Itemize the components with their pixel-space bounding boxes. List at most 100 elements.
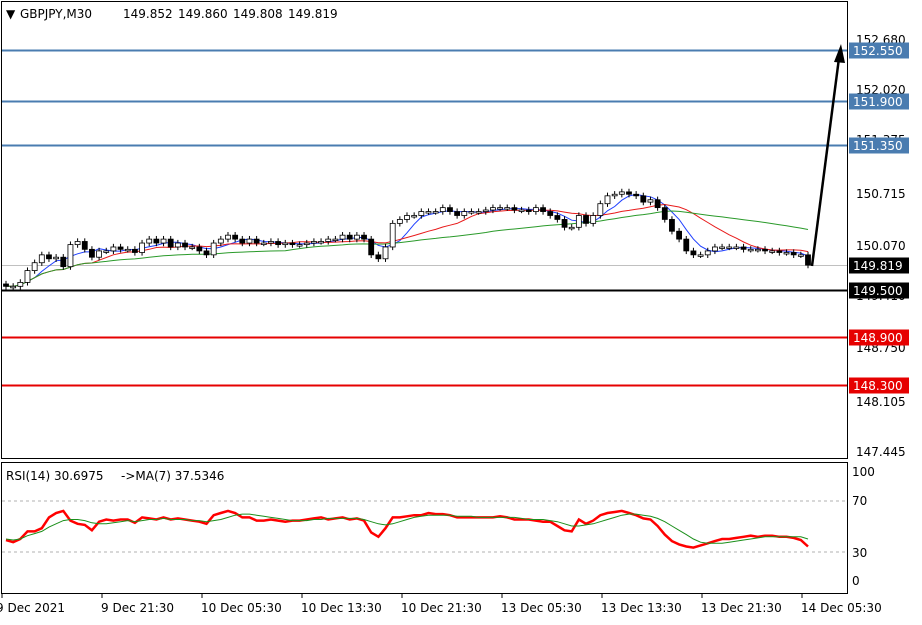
candle-body — [81, 241, 88, 250]
candle — [303, 239, 310, 248]
candle-body — [490, 207, 496, 211]
close-value: 149.819 — [288, 7, 338, 21]
candle-body — [67, 244, 74, 268]
candle-body — [432, 211, 439, 214]
candle — [196, 243, 203, 255]
candle-body — [303, 242, 310, 246]
candle-body — [131, 248, 138, 253]
candle-body — [74, 241, 81, 246]
candle — [318, 238, 324, 245]
candle-body — [754, 248, 761, 252]
rsi-axis: 100 70 30 0 — [852, 465, 875, 588]
candle-body — [325, 238, 332, 242]
candle — [640, 192, 647, 206]
candle — [697, 251, 704, 259]
rsi-tick: 100 — [852, 465, 875, 479]
candle-body — [547, 211, 554, 216]
candle — [504, 204, 511, 211]
candle-body — [24, 270, 31, 283]
candle — [525, 206, 532, 215]
candle — [160, 235, 167, 247]
time-axis: 9 Dec 2021 9 Dec 21:30 10 Dec 05:30 10 D… — [0, 594, 882, 615]
candle-body — [289, 242, 296, 246]
level-label: 149.500 — [853, 284, 903, 298]
candle-body — [425, 211, 432, 214]
candle-body — [182, 242, 188, 248]
candle-body — [139, 242, 145, 253]
candle-body — [368, 238, 375, 256]
candle-body — [604, 195, 611, 205]
level-label: 149.819 — [853, 259, 903, 273]
candle — [311, 238, 317, 247]
candle — [389, 220, 396, 251]
candle — [683, 235, 690, 255]
candle-body — [511, 207, 518, 211]
time-tick: 9 Dec 2021 — [0, 601, 65, 615]
candle — [611, 191, 618, 199]
candle — [346, 232, 353, 243]
candle — [676, 228, 683, 243]
candle — [740, 243, 747, 253]
candle-body — [783, 252, 790, 255]
candle-body — [196, 246, 203, 252]
rsi-line — [5, 509, 809, 549]
time-tick: 10 Dec 13:30 — [301, 601, 382, 615]
candle — [439, 204, 446, 215]
candle — [747, 246, 754, 253]
candle — [289, 239, 296, 248]
candle-body — [174, 242, 181, 248]
candle — [540, 204, 546, 215]
candle — [89, 246, 95, 261]
candle-body — [733, 246, 740, 249]
candle-body — [260, 242, 267, 245]
candle-body — [561, 219, 568, 228]
candle — [46, 251, 52, 262]
candle-body — [525, 209, 532, 212]
candle-body — [404, 215, 410, 220]
candle — [568, 224, 575, 231]
candle-body — [776, 250, 783, 253]
candle — [60, 254, 67, 270]
rsi-tick: 0 — [852, 574, 860, 588]
candle-body — [411, 215, 418, 218]
candle-body — [618, 191, 625, 195]
candle-body — [669, 219, 675, 232]
candle-body — [339, 234, 346, 240]
trading-chart: ▼ GBPJPY,M30 149.852 149.860 149.808 149… — [0, 1, 909, 615]
candle — [604, 192, 611, 207]
candle-body — [353, 234, 360, 240]
candle — [67, 241, 74, 270]
candle-body — [38, 254, 45, 264]
candle — [618, 188, 625, 198]
candle-body — [454, 211, 461, 216]
candle-body — [690, 250, 697, 256]
candle-body — [253, 238, 260, 244]
candle-body — [361, 234, 367, 240]
candle-body — [726, 246, 733, 249]
price-tick: 148.105 — [856, 395, 906, 409]
candle — [74, 238, 81, 248]
candle-body — [697, 254, 704, 257]
time-tick: 13 Dec 21:30 — [701, 601, 782, 615]
candle-body — [382, 246, 389, 260]
candle-body — [110, 246, 117, 252]
candle — [532, 204, 539, 215]
candle-body — [311, 241, 317, 244]
candle-body — [389, 222, 396, 248]
time-tick: 10 Dec 05:30 — [201, 601, 282, 615]
candle — [482, 206, 489, 215]
candle — [239, 235, 246, 247]
candle — [103, 247, 110, 255]
candle — [246, 235, 253, 247]
chart-menu-icon[interactable]: ▼ — [6, 7, 16, 21]
candle-body — [418, 211, 425, 216]
candle-body — [124, 248, 131, 252]
level-labels: 152.550 151.900 151.350 149.819 149.500 148.9… — [849, 42, 909, 394]
candle-body — [225, 234, 231, 240]
candle — [769, 247, 776, 255]
candle — [81, 238, 88, 253]
candle-body — [53, 256, 60, 260]
candle-body — [210, 242, 217, 256]
candle — [712, 243, 718, 255]
candle-body — [504, 207, 511, 210]
